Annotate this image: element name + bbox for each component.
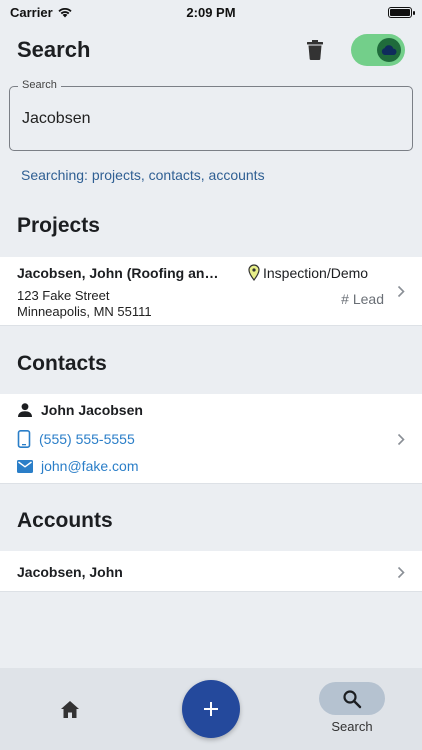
contacts-section-title: Contacts	[17, 352, 107, 375]
contact-phone[interactable]: (555) 555-5555	[39, 431, 135, 447]
project-name: Jacobsen, John (Roofing an…	[17, 265, 219, 281]
project-address-line1: 123 Fake Street	[17, 288, 110, 303]
project-address-line2: Minneapolis, MN 55111	[17, 304, 152, 319]
person-icon	[18, 403, 32, 417]
battery-icon	[388, 6, 415, 18]
project-list-item[interactable]: Jacobsen, John (Roofing an… Inspection/D…	[0, 257, 422, 326]
nav-search-button[interactable]	[319, 682, 385, 715]
carrier-label: Carrier	[10, 4, 53, 20]
location-pin-icon	[248, 264, 260, 281]
offline-sync-toggle[interactable]	[351, 34, 405, 66]
header: Search	[0, 30, 422, 70]
search-icon	[343, 689, 362, 708]
home-icon	[61, 701, 79, 718]
chevron-right-icon	[396, 284, 406, 298]
phone-icon	[17, 430, 31, 448]
nav-search-label: Search	[331, 719, 373, 734]
contact-email[interactable]: john@fake.com	[41, 458, 138, 474]
bottom-nav: Search	[0, 668, 422, 750]
clear-search-button[interactable]	[303, 38, 327, 62]
chevron-right-icon	[396, 432, 406, 446]
project-status: Inspection/Demo	[248, 264, 368, 281]
contact-phone-row[interactable]: (555) 555-5555	[17, 430, 135, 448]
projects-section-title: Projects	[17, 214, 100, 237]
search-input[interactable]	[22, 105, 402, 133]
nav-home-button[interactable]	[58, 698, 82, 722]
contact-email-row[interactable]: john@fake.com	[17, 458, 138, 474]
contact-name: John Jacobsen	[41, 402, 143, 418]
trash-icon	[307, 40, 323, 60]
search-scope-hint: Searching: projects, contacts, accounts	[21, 167, 265, 183]
plus-icon	[204, 702, 218, 716]
wifi-icon	[58, 7, 72, 18]
status-time: 2:09 PM	[186, 4, 236, 20]
toggle-knob	[377, 38, 401, 62]
project-status-label: Inspection/Demo	[263, 264, 369, 281]
status-bar: Carrier 2:09 PM	[0, 0, 422, 24]
chevron-right-icon	[396, 565, 406, 579]
email-icon	[17, 459, 33, 473]
account-name: Jacobsen, John	[17, 564, 123, 580]
search-field: Search	[9, 79, 413, 151]
page-title: Search	[17, 37, 91, 62]
account-list-item[interactable]: Jacobsen, John	[0, 551, 422, 592]
search-field-label: Search	[18, 79, 61, 91]
contact-list-item[interactable]: John Jacobsen (555) 555-5555 john@fake.c…	[0, 394, 422, 484]
add-button[interactable]	[182, 680, 240, 738]
project-tag: # Lead	[341, 291, 384, 307]
accounts-section-title: Accounts	[17, 509, 113, 532]
project-address: 123 Fake Street Minneapolis, MN 55111	[17, 288, 152, 320]
contact-name-row: John Jacobsen	[17, 402, 143, 418]
status-left: Carrier	[10, 5, 73, 20]
cloud-icon	[381, 45, 397, 55]
